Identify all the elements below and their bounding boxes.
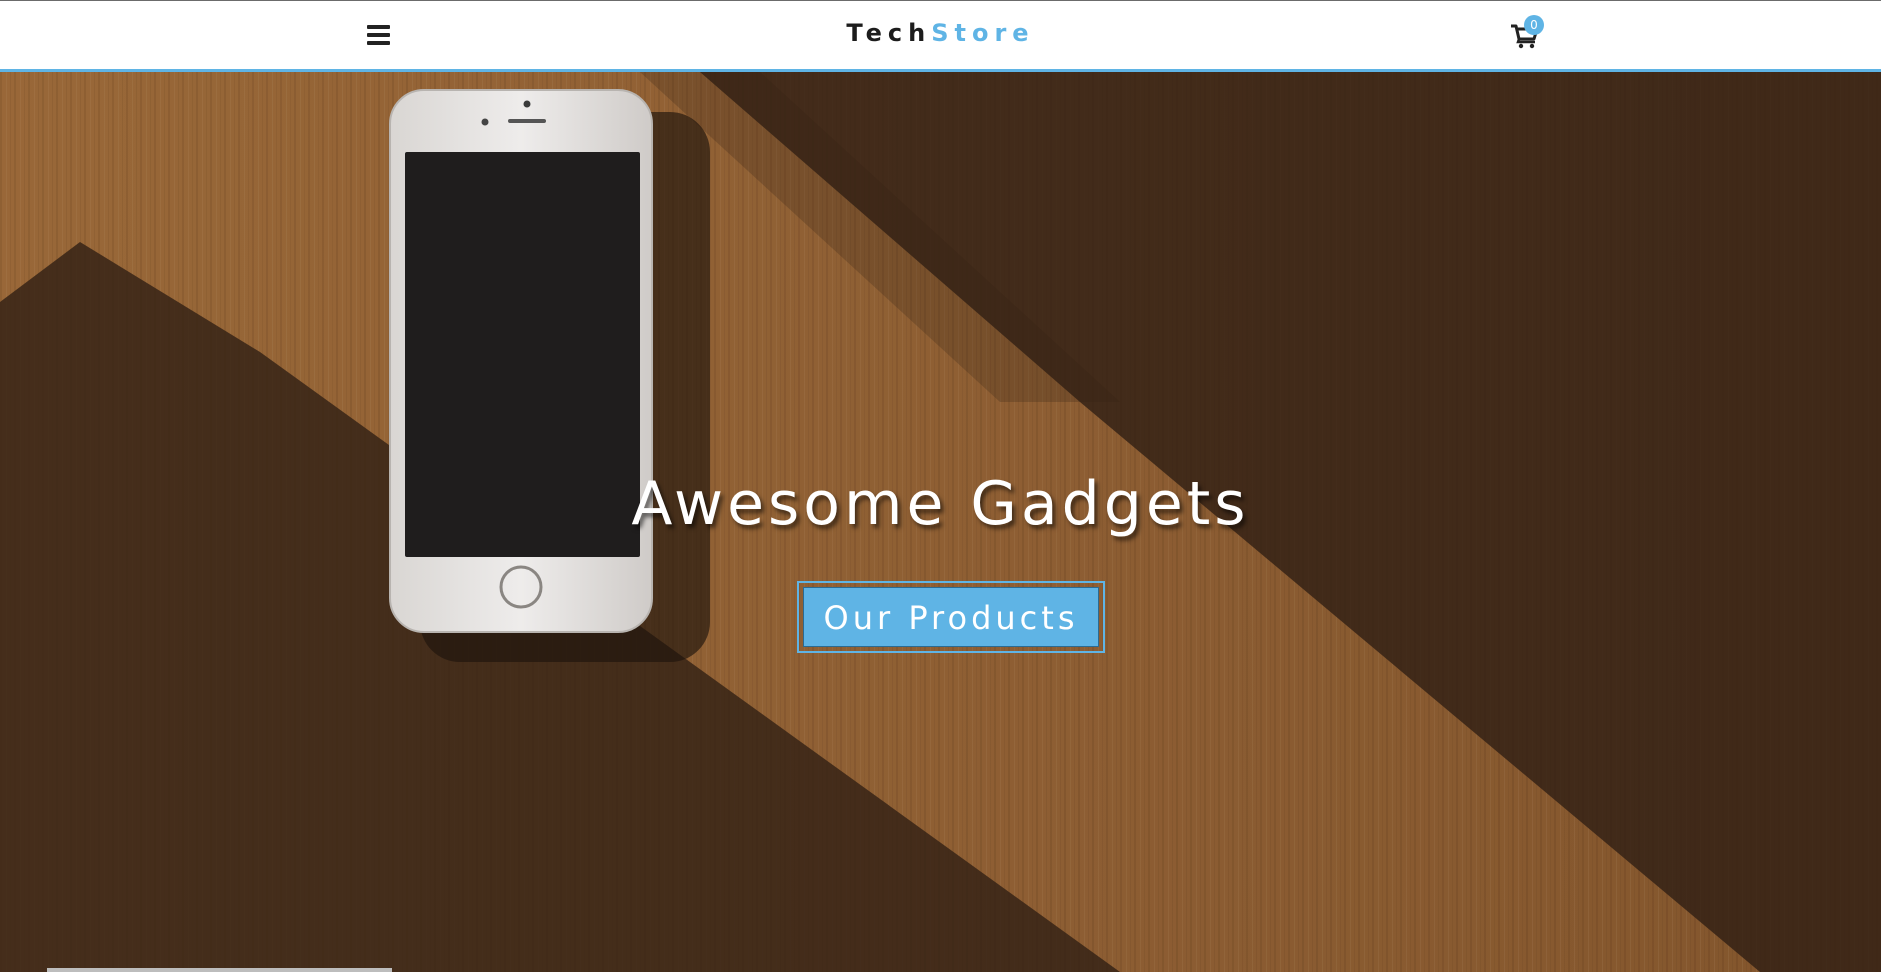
hero-title: Awesome Gadgets	[631, 469, 1250, 539]
horizontal-scrollbar[interactable]	[47, 968, 392, 972]
our-products-button-frame[interactable]: Our Products	[797, 581, 1105, 653]
top-navbar: TechStore 0	[0, 0, 1881, 72]
our-products-button[interactable]: Our Products	[803, 587, 1099, 647]
site-logo[interactable]: TechStore	[0, 19, 1881, 47]
cart-count-badge: 0	[1524, 15, 1544, 35]
hero-section: Awesome Gadgets Our Products	[0, 72, 1881, 972]
logo-part-tech: Tech	[846, 19, 932, 47]
logo-part-store: Store	[931, 19, 1035, 47]
